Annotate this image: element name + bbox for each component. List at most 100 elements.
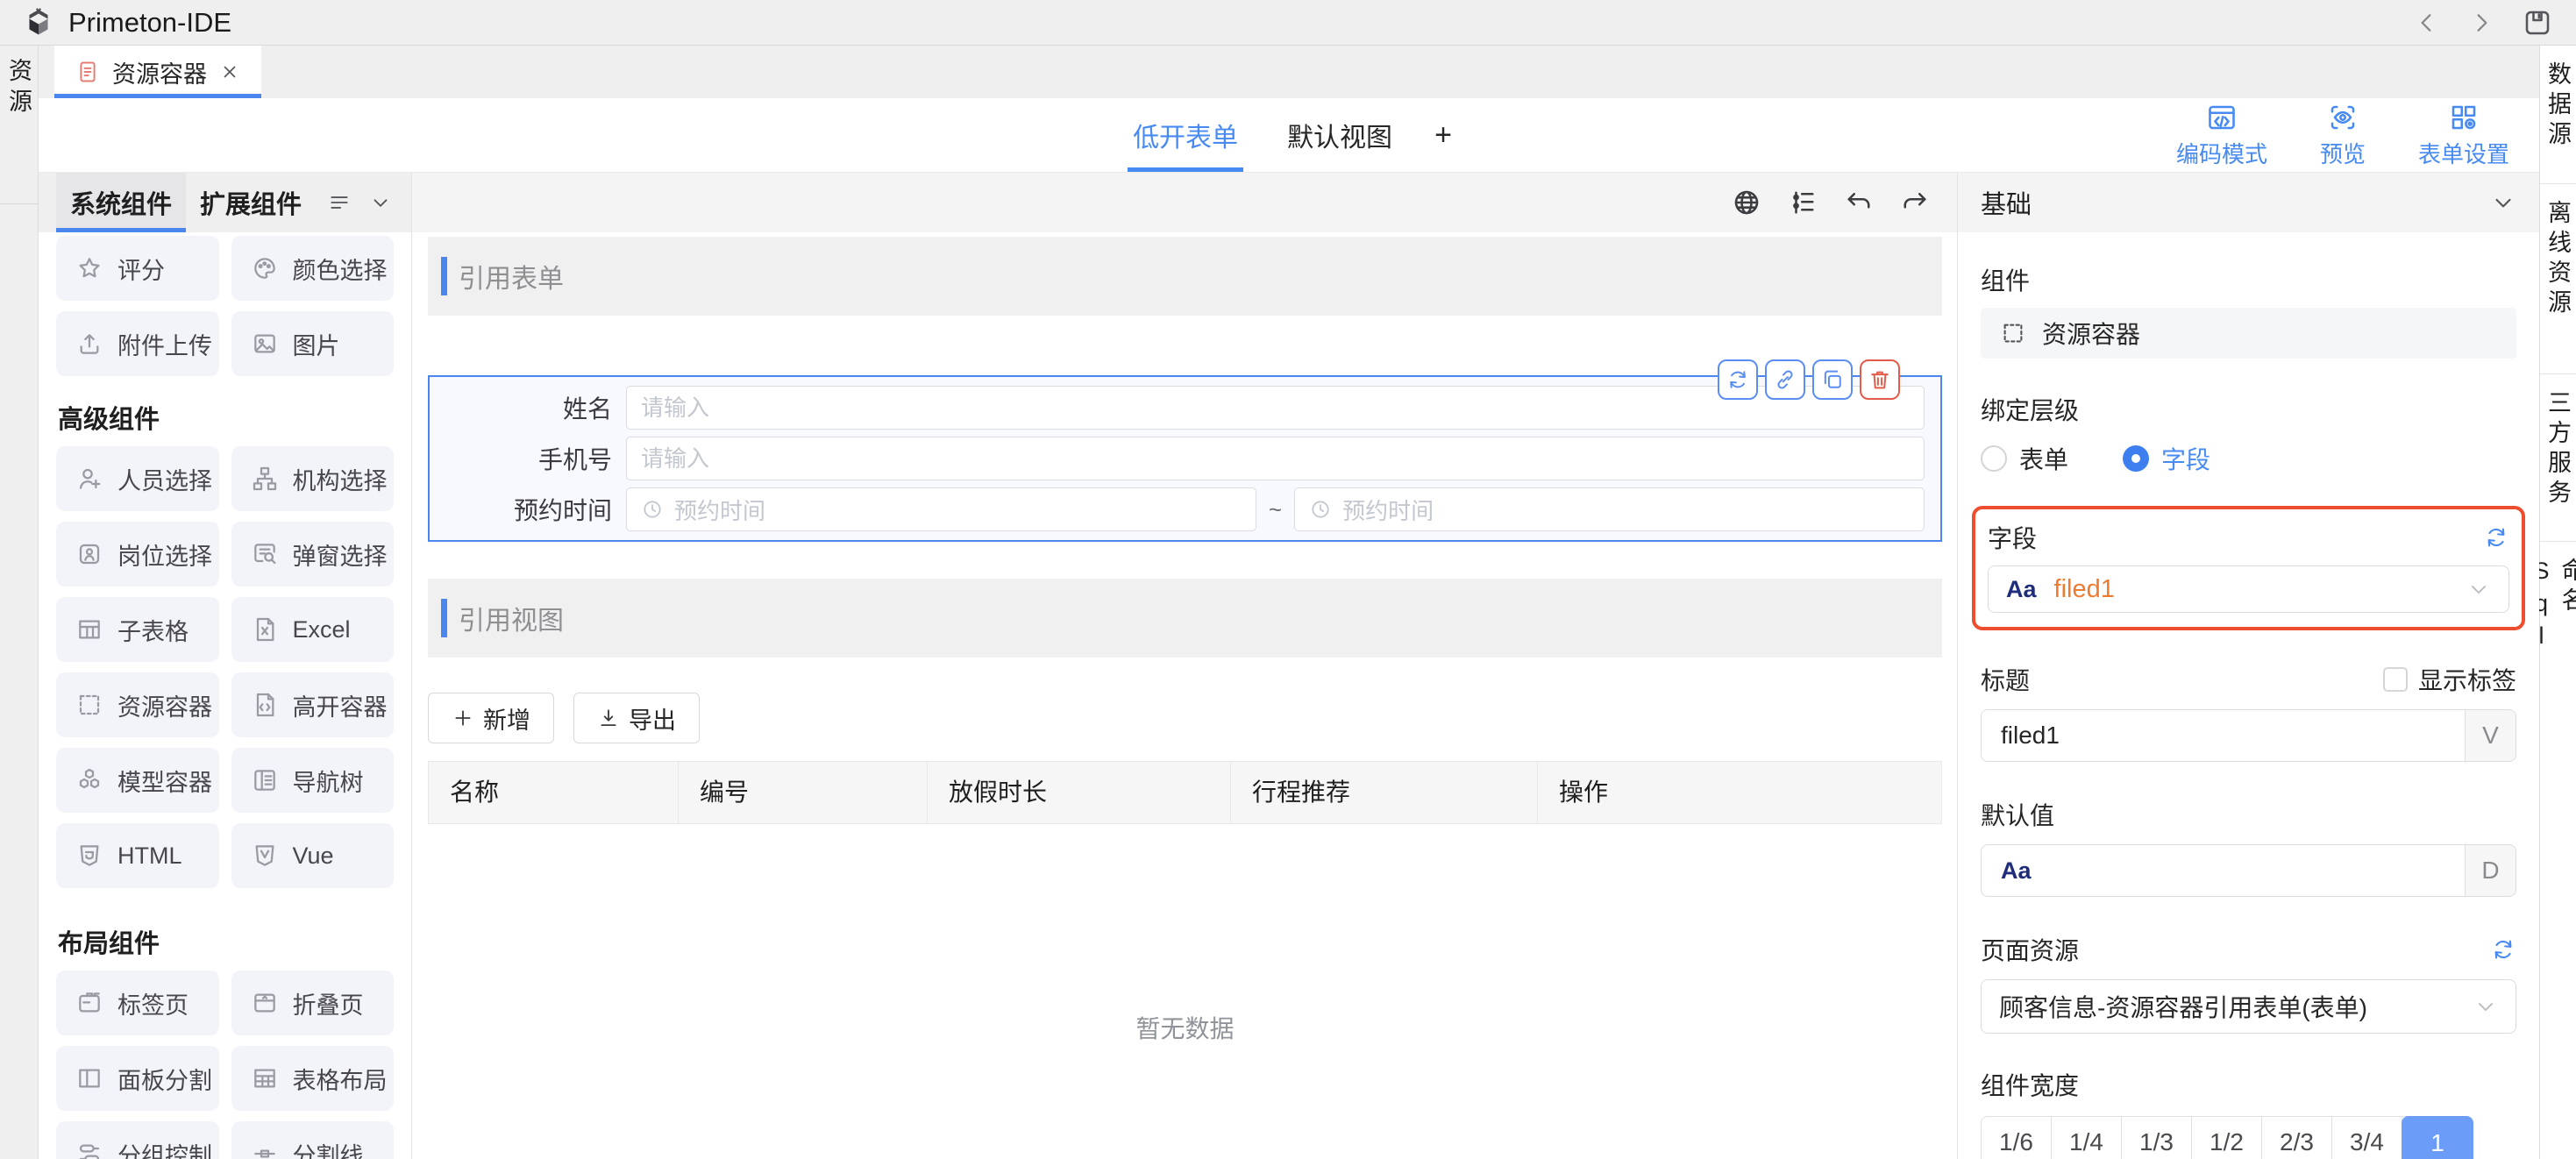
export-button[interactable]: 导出	[573, 693, 700, 743]
props-section-basic[interactable]: 基础	[1958, 173, 2539, 232]
width-option-1-3[interactable]: 1/3	[2122, 1117, 2192, 1159]
nav-forward-icon[interactable]	[2467, 9, 2495, 37]
radio-unchecked-icon	[1981, 445, 2007, 472]
save-icon[interactable]	[2522, 7, 2553, 39]
globe-icon[interactable]	[1731, 187, 1762, 218]
default-value-input[interactable]: Aa	[1982, 845, 2465, 896]
palette-item-table-layout[interactable]: 表格布局	[231, 1046, 395, 1111]
left-dock-divider	[0, 203, 38, 204]
section-ref-view[interactable]: 引用视图	[428, 579, 1942, 658]
field-select[interactable]: Aa filed1	[1988, 565, 2509, 613]
preview-button[interactable]: 预览	[2320, 102, 2366, 169]
undo-icon[interactable]	[1843, 187, 1875, 218]
nav-back-icon[interactable]	[2413, 9, 2441, 37]
palette-item-panel-split[interactable]: 面板分割	[56, 1046, 219, 1111]
width-option-1-2[interactable]: 1/2	[2192, 1117, 2262, 1159]
resource-container-selection[interactable]: 姓名 手机号 预约时间 预约时间	[428, 375, 1942, 542]
palette-item-nav-tree[interactable]: 导航树	[231, 748, 395, 813]
palette-item-image[interactable]: 图片	[231, 311, 395, 376]
tab-extension-components[interactable]: 扩展组件	[186, 173, 316, 232]
delete-button[interactable]	[1860, 359, 1900, 400]
width-option-3-4[interactable]: 3/4	[2332, 1117, 2402, 1159]
close-icon[interactable]	[219, 61, 240, 82]
form-canvas: 引用表单 姓名	[412, 173, 1957, 1159]
width-option-2-3[interactable]: 2/3	[2262, 1117, 2332, 1159]
form-settings-button[interactable]: 表单设置	[2418, 102, 2509, 169]
section-ref-form[interactable]: 引用表单	[428, 237, 1942, 316]
palette-item-color-picker[interactable]: 颜色选择	[231, 236, 395, 301]
text-type-badge: Aa	[2006, 576, 2037, 603]
palette-item-sub-table[interactable]: 子表格	[56, 597, 219, 662]
app-window: Primeton-IDE 资源 数据源 离线资源 三方服务 命名Sql 资源容器	[0, 0, 2576, 1159]
palette-item-position-select[interactable]: 岗位选择	[56, 522, 219, 587]
palette-item-attachment-upload[interactable]: 附件上传	[56, 311, 219, 376]
palette-item-popup-select[interactable]: 弹窗选择	[231, 522, 395, 587]
palette-item-resource-container[interactable]: 资源容器	[56, 672, 219, 737]
width-option-1-4[interactable]: 1/4	[2052, 1117, 2122, 1159]
palette-list-icon[interactable]	[328, 191, 351, 214]
form-settings-icon	[2448, 102, 2480, 133]
default-value-group: Aa D	[1981, 844, 2516, 897]
palette-item-divider-line[interactable]: 分割线	[231, 1121, 395, 1159]
palette-item-tab-page[interactable]: 标签页	[56, 971, 219, 1035]
palette-item-html[interactable]: HTML	[56, 823, 219, 888]
palette-item-highcode-container[interactable]: 高开容器	[231, 672, 395, 737]
width-option-1-6[interactable]: 1/6	[1982, 1117, 2052, 1159]
dynamic-suffix-button[interactable]: D	[2465, 845, 2516, 896]
tab-default-view[interactable]: 默认视图	[1263, 98, 1417, 172]
page-resource-select[interactable]: 顾客信息-资源容器引用表单(表单)	[1981, 979, 2516, 1034]
tab-system-components[interactable]: 系统组件	[56, 173, 186, 232]
tab-lowcode-form[interactable]: 低开表单	[1108, 98, 1263, 172]
palette-item-group-control[interactable]: 分组控制	[56, 1121, 219, 1159]
variable-suffix-button[interactable]: V	[2465, 710, 2516, 761]
phone-input[interactable]	[626, 437, 1925, 480]
form-row-name: 姓名	[445, 386, 1925, 430]
table-column-header: 编号	[679, 762, 928, 823]
component-actions	[1718, 359, 1900, 400]
link-icon	[1773, 367, 1797, 392]
refresh-icon[interactable]	[2483, 524, 2509, 551]
right-dock-tab-named-sql[interactable]: 命名Sql	[2540, 542, 2576, 710]
outline-tree-icon[interactable]	[1787, 187, 1818, 218]
palette-item-model-container[interactable]: 模型容器	[56, 748, 219, 813]
refresh-icon[interactable]	[2490, 936, 2516, 963]
palette-item-org-select[interactable]: 机构选择	[231, 446, 395, 511]
chevron-down-icon[interactable]	[369, 191, 392, 214]
code-mode-button[interactable]: 编码模式	[2176, 102, 2267, 169]
right-dock-tab-datasource[interactable]: 数据源	[2540, 46, 2576, 184]
right-dock-tab-offline-resources[interactable]: 离线资源	[2540, 184, 2576, 374]
left-dock-tab-resources[interactable]: 资源	[2, 58, 36, 119]
copy-button[interactable]	[1812, 359, 1853, 400]
phone-label: 手机号	[445, 441, 612, 476]
link-button[interactable]	[1765, 359, 1805, 400]
add-view-button[interactable]: +	[1417, 98, 1469, 172]
redo-icon[interactable]	[1899, 187, 1931, 218]
tab-page-icon	[75, 989, 103, 1017]
component-palette: 系统组件 扩展组件 评分 颜色选择 附件上传 图片 高级组件 人员选择	[39, 173, 412, 1159]
time-start-picker[interactable]: 预约时间	[626, 487, 1256, 531]
dashed-container-icon	[2000, 320, 2026, 346]
time-end-picker[interactable]: 预约时间	[1294, 487, 1925, 531]
data-table: 名称 编号 放假时长 行程推荐 操作 暂无数据	[428, 761, 1942, 1159]
nav-tree-icon	[251, 766, 279, 794]
radio-option-form[interactable]: 表单	[1981, 441, 2068, 476]
add-row-button[interactable]: 新增	[428, 693, 554, 743]
palette-item-rating[interactable]: 评分	[56, 236, 219, 301]
radio-option-field[interactable]: 字段	[2123, 441, 2210, 476]
document-tabbar: 资源容器	[39, 46, 2539, 98]
palette-item-collapse-page[interactable]: 折叠页	[231, 971, 395, 1035]
section-accent-bar	[441, 599, 447, 637]
title-input[interactable]	[1982, 710, 2465, 761]
chevron-down-icon[interactable]	[2490, 189, 2516, 216]
width-option-full[interactable]: 1	[2402, 1116, 2473, 1159]
sync-button[interactable]	[1718, 359, 1758, 400]
palette-item-vue[interactable]: Vue	[231, 823, 395, 888]
show-label-checkbox[interactable]: 显示标签	[2383, 662, 2516, 697]
palette-item-person-select[interactable]: 人员选择	[56, 446, 219, 511]
checkbox-unchecked-icon	[2383, 667, 2408, 692]
palette-item-excel[interactable]: Excel	[231, 597, 395, 662]
person-add-icon	[75, 465, 103, 493]
properties-panel: 基础 组件 资源容器 绑定层级 表单	[1957, 173, 2539, 1159]
tab-resource-container[interactable]: 资源容器	[54, 46, 261, 98]
right-dock-tab-third-party-services[interactable]: 三方服务	[2540, 374, 2576, 542]
